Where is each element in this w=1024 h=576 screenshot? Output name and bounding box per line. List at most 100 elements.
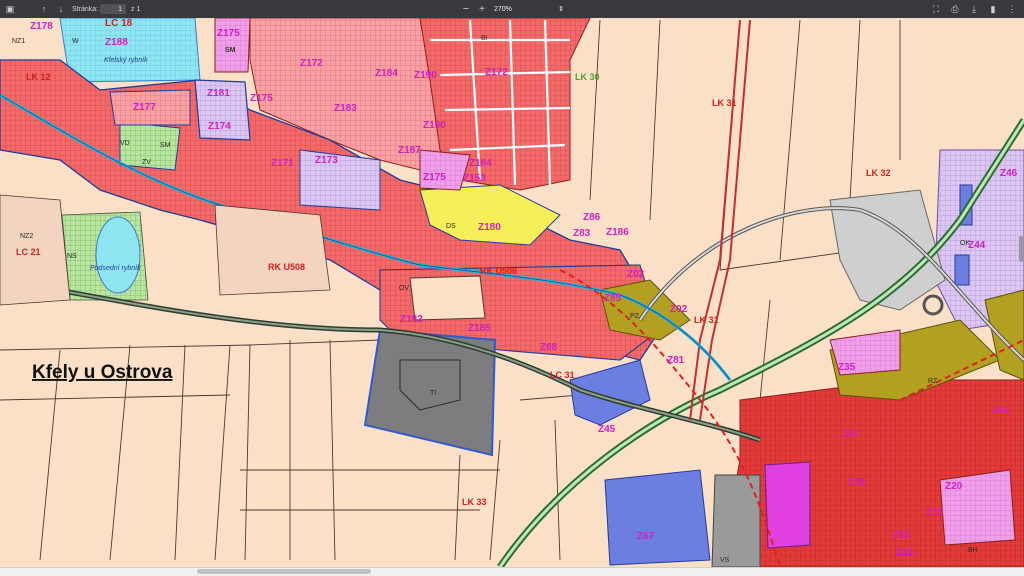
zone-label[interactable]: LK 31 [712,98,737,108]
zone-label[interactable]: LC 31 [550,370,575,380]
zone-label[interactable]: Z85 [604,293,622,304]
zone-label[interactable]: LC 21 [16,247,41,257]
zone-label[interactable]: Z55 [992,406,1010,417]
zone-label[interactable]: LK 31 [694,315,719,325]
zone-label[interactable]: Z190 [414,70,437,81]
zone-label[interactable]: Z15 [926,507,944,518]
code-label: SM [160,142,171,149]
zone-label[interactable]: Z16 [893,530,911,541]
more-options-icon[interactable]: ⋮ [1006,3,1018,15]
zoning-map: Z178 LC 18 Z188 Z175 SM Z172 Z184 Z190 Z… [0,18,1024,567]
code-label: OK [960,240,970,247]
horizontal-scrollbar-thumb[interactable] [197,569,371,574]
water-label: Kfelský rybník [104,57,148,64]
zone-label[interactable]: Z184 [375,68,398,79]
zone-label[interactable]: LK 12 [26,72,51,82]
code-label: ZV [142,159,151,166]
code-label: TI [430,390,436,397]
zone-label[interactable]: Z171 [271,158,294,169]
parcel-nz2-center [214,204,331,296]
zoom-out-button[interactable]: − [460,3,472,15]
zone-label[interactable]: Z175 [423,172,446,183]
zone-label[interactable]: SM [225,47,236,54]
zone-label[interactable]: Z35 [838,362,856,373]
print-icon[interactable]: ⎙ [949,3,961,15]
zone-label[interactable]: Z181 [207,88,230,99]
zone-label[interactable]: Z67 [637,531,655,542]
zone-label[interactable]: Z174 [208,121,231,132]
zoom-value: 270% [494,5,512,13]
code-label: NS [67,253,77,260]
zone-label[interactable]: Z02 [627,269,645,280]
zone-label[interactable]: Z83 [573,228,591,239]
zone-label[interactable]: Z177 [133,102,156,113]
code-label: OV [399,285,409,292]
zone-label[interactable]: Z175 [250,93,273,104]
zone-label[interactable]: Z183 [334,103,357,114]
zone-label[interactable]: Z180 [478,222,501,233]
zone-label[interactable]: Z68 [540,342,558,353]
page-number-input[interactable]: 1 [100,4,126,14]
chevron-down-icon: ⇕ [558,6,564,13]
zone-label[interactable]: Z184 [469,158,492,169]
zoom-select[interactable]: 270% ⇕ [490,4,568,14]
zone-label[interactable]: LK 30 [575,72,600,82]
zone-label[interactable]: Z153 [463,173,486,184]
zone-label[interactable]: Z20 [945,481,963,492]
civic-area-ov [764,461,811,549]
railway-station-area [711,474,761,567]
sidebar-toggle-icon[interactable]: ▣ [4,3,16,15]
zone-label[interactable]: Z45 [598,424,616,435]
vertical-scrollbar-thumb[interactable] [1019,236,1023,262]
code-label: NZ2 [20,233,33,240]
zone-label[interactable]: Z172 [485,67,508,78]
download-icon[interactable]: ⤓ [968,3,980,15]
zone-label[interactable]: Z190 [423,120,446,131]
code-label: NZ1 [12,38,25,45]
zone-label[interactable]: Z182 [400,314,423,325]
zone-label[interactable]: Z172 [300,58,323,69]
next-page-icon[interactable]: ↓ [55,3,67,15]
zone-label[interactable]: Z86 [583,212,601,223]
zone-label[interactable]: Z44 [968,240,986,251]
zone-label[interactable]: RK U508 [480,266,517,276]
bookmark-icon[interactable]: ▮ [987,3,999,15]
zone-label[interactable]: Z185 [468,323,491,334]
horizontal-scrollbar[interactable] [0,567,1024,576]
code-label: BI [481,35,488,42]
zone-label[interactable]: Z46 [1000,168,1018,179]
code-label: PZ [630,313,640,320]
code-label: BH [968,547,978,554]
zone-label[interactable]: Z175 [217,28,240,39]
zone-label[interactable]: LK 33 [462,497,487,507]
zone-label[interactable]: LC 18 [105,18,133,29]
building-block-2 [954,254,970,286]
zone-label[interactable]: Z81 [667,355,685,366]
zone-label[interactable]: Z187 [398,145,421,156]
code-label: DS [446,223,456,230]
pond-podsedni [95,216,141,294]
code-label: W [72,38,79,45]
page-total: z 1 [131,5,141,13]
zone-label[interactable]: Z03 [848,477,866,488]
place-name-label: Kfely u Ostrova [32,362,173,383]
previous-page-icon[interactable]: ↑ [38,3,50,15]
area-z173 [299,149,381,211]
zone-label[interactable]: RK U508 [268,262,305,272]
zone-label[interactable]: Z173 [315,155,338,166]
page-label: Stránka: [72,5,99,13]
zone-label[interactable]: Z178 [30,21,53,32]
zoning-map-view[interactable]: Z178 LC 18 Z188 Z175 SM Z172 Z184 Z190 Z… [0,18,1024,567]
water-label: Podsední rybník [90,265,141,272]
zone-label[interactable]: Z16 [896,547,914,558]
fullscreen-icon[interactable]: ⛶ [930,3,942,15]
zone-label[interactable]: Z47 [842,429,860,440]
zone-label[interactable]: Z186 [606,227,629,238]
pdf-toolbar: ▣ ↑ ↓ Stránka: 1 z 1 − + 270% ⇕ ⛶ ⎙ ⤓ ▮ … [0,0,1024,18]
area-z67 [604,469,711,566]
zone-label[interactable]: Z02 [670,304,688,315]
zoom-in-button[interactable]: + [476,3,488,15]
area-z175-north [214,18,251,73]
zone-label[interactable]: Z188 [105,37,128,48]
zone-label[interactable]: LK 32 [866,168,891,178]
